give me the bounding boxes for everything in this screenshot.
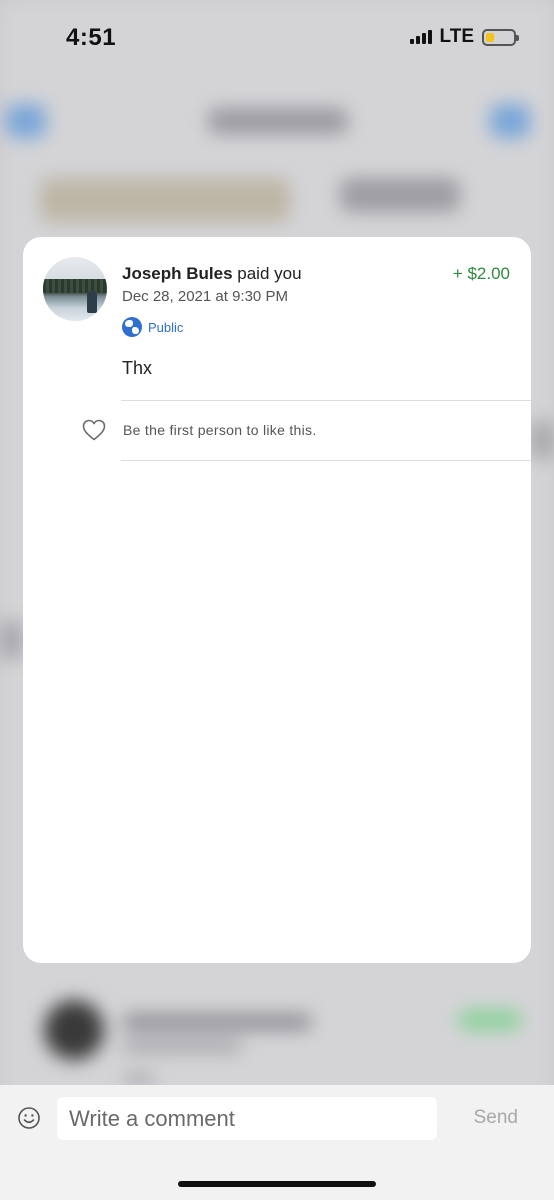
status-time: 4:51 <box>66 24 117 51</box>
sender-name[interactable]: Joseph Bules <box>122 264 233 283</box>
network-type: LTE <box>439 26 474 47</box>
battery-level <box>486 32 494 42</box>
avatar-photo-person <box>87 291 97 313</box>
audience-label: Public <box>148 319 184 335</box>
bg-blur-shape <box>208 108 348 134</box>
transaction-header: Joseph Bules paid you Dec 28, 2021 at 9:… <box>122 264 302 337</box>
transaction-card: Joseph Bules paid you Dec 28, 2021 at 9:… <box>23 237 531 963</box>
send-button[interactable]: Send <box>474 1107 518 1129</box>
globe-icon <box>122 317 142 337</box>
status-bar: 4:51 LTE <box>0 0 554 74</box>
divider <box>121 460 531 461</box>
bg-blur-shape <box>124 1074 154 1084</box>
bg-blur-shape <box>490 104 530 138</box>
comment-input[interactable] <box>57 1097 437 1140</box>
like-prompt: Be the first person to like this. <box>123 422 317 438</box>
smiley-icon[interactable] <box>17 1106 41 1130</box>
bg-blur-shape <box>0 620 24 660</box>
cellular-signal-icon <box>409 30 432 44</box>
bg-blur-shape <box>40 178 290 222</box>
transaction-action: paid you <box>232 264 302 283</box>
like-row: Be the first person to like this. <box>81 417 317 443</box>
home-indicator[interactable] <box>178 1181 376 1187</box>
bg-blur-shape <box>44 1000 104 1060</box>
bg-blur-shape <box>6 104 46 138</box>
transaction-note: Thx <box>122 358 153 378</box>
bg-blur-shape <box>458 1010 522 1030</box>
bg-blur-shape <box>122 1040 242 1052</box>
transaction-date: Dec 28, 2021 at 9:30 PM <box>122 288 288 305</box>
audience-badge[interactable]: Public <box>122 317 302 337</box>
avatar-photo-trees <box>43 279 107 293</box>
bg-blur-shape <box>530 420 554 460</box>
battery-icon <box>482 28 519 46</box>
heart-outline-icon[interactable] <box>81 417 107 443</box>
bg-blur-shape <box>340 178 460 212</box>
bg-blur-shape <box>122 1014 312 1030</box>
transaction-amount: + $2.00 <box>452 264 510 283</box>
divider <box>121 400 531 401</box>
sender-avatar[interactable] <box>43 257 107 321</box>
transaction-headline: Joseph Bules paid you <box>122 264 302 284</box>
status-indicators: LTE <box>409 26 519 48</box>
